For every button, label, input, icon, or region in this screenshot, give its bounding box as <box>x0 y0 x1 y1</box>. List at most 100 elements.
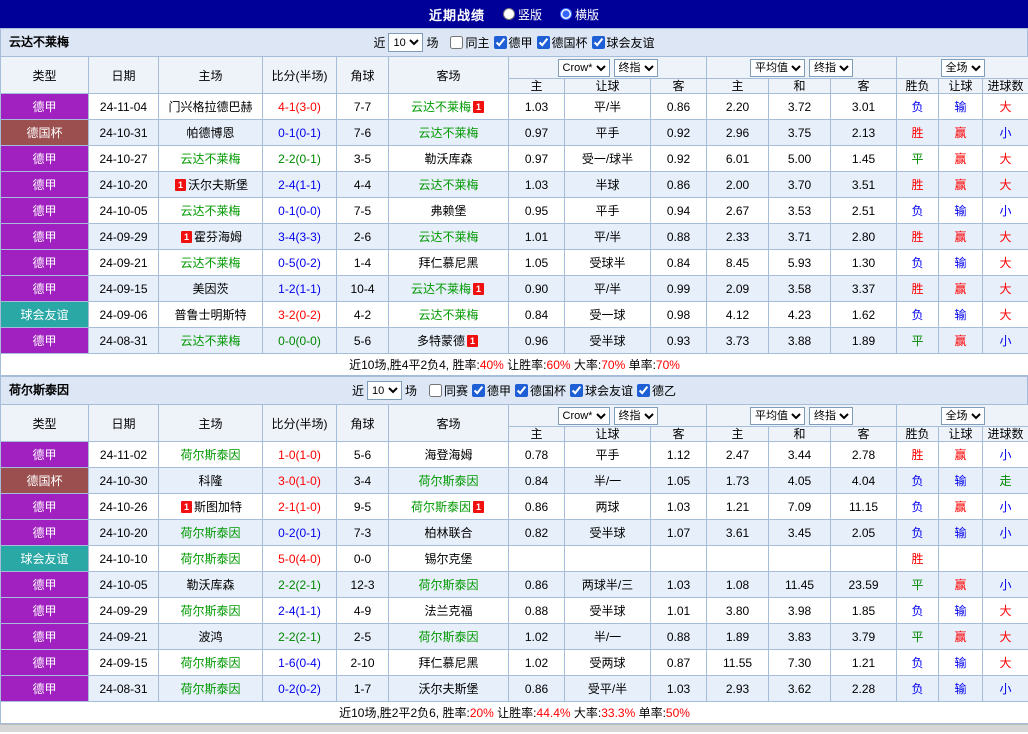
filter-checkbox-0-0[interactable]: 同主 <box>449 34 490 51</box>
sub-col-header: 主 <box>508 426 565 442</box>
filter-checkbox-label: 德乙 <box>652 384 677 398</box>
recent-count-select[interactable]: 10 <box>366 381 402 400</box>
filter-checkbox-input[interactable] <box>591 36 605 49</box>
filter-checkbox-input[interactable] <box>471 384 485 397</box>
filter-checkbox-input[interactable] <box>536 36 550 49</box>
horizontal-layout-radio[interactable] <box>560 8 572 20</box>
summary-text: 近10场,胜2平2负6, 胜率:20% 让胜率:44.4% 大率:33.3% 单… <box>0 701 1028 724</box>
home-team-cell: 荷尔斯泰因 <box>158 597 263 624</box>
filter-checkbox-1-2[interactable]: 德国杯 <box>514 382 566 399</box>
odds-handicap-cell: 半/一 <box>564 623 651 650</box>
score-cell: 0-1(0-1) <box>262 119 337 146</box>
match-row: 德甲 24-09-29 1 霍芬海姆 3-4(3-3) 2-6 云达不莱梅 1.01 平/半 0.… <box>0 223 1028 250</box>
date-cell: 24-09-21 <box>88 249 159 276</box>
summary-segment: 大率: <box>570 706 602 720</box>
odds-source-header: Crow* 终指 <box>507 56 708 79</box>
avg-away-cell: 2.28 <box>830 675 898 702</box>
odds-home-cell: 1.01 <box>508 223 565 250</box>
league-cell: 德甲 <box>0 571 89 598</box>
result-handicap-cell: 赢 <box>938 493 984 520</box>
red-card-badge: 1 <box>473 101 484 113</box>
sub-col-header: 客 <box>649 78 708 94</box>
layout-option-horizontal[interactable]: 横版 <box>560 6 599 23</box>
odds-home-cell <box>508 545 565 572</box>
filter-checkbox-input[interactable] <box>515 384 528 397</box>
result-handicap-cell: 输 <box>938 649 984 676</box>
date-cell: 24-10-26 <box>88 493 159 520</box>
odds-home-cell: 0.86 <box>508 675 565 702</box>
section-team-name: 荷尔斯泰因 <box>9 383 70 397</box>
result-handicap-cell: 输 <box>938 301 984 328</box>
date-cell: 24-09-21 <box>88 623 159 650</box>
avg-source-select-1[interactable]: 终指 <box>809 406 854 425</box>
odds-source-select-1[interactable]: 终指 <box>613 406 658 425</box>
corners-cell: 2-5 <box>336 623 389 650</box>
fulltime-header: 全场 <box>896 56 1028 79</box>
summary-segment: 大率: <box>570 358 602 372</box>
avg-home-cell: 1.73 <box>706 467 770 494</box>
result-wdl-cell: 负 <box>896 301 940 328</box>
result-handicap-cell: 输 <box>938 93 984 120</box>
score-cell: 5-0(4-0) <box>262 545 337 572</box>
corners-cell: 5-6 <box>336 327 389 354</box>
avg-home-cell: 1.89 <box>706 623 770 650</box>
filter-checkbox-input[interactable] <box>637 384 651 397</box>
avg-home-cell: 2.47 <box>706 441 770 468</box>
avg-away-cell: 2.05 <box>830 519 898 546</box>
home-team-cell: 荷尔斯泰因 <box>158 675 263 702</box>
away-team-cell: 荷尔斯泰因 <box>388 571 509 598</box>
filter-checkbox-1-4[interactable]: 德乙 <box>636 382 676 399</box>
layout-option-vertical[interactable]: 竖版 <box>502 6 542 23</box>
corners-cell: 10-4 <box>336 275 389 302</box>
fulltime-select-0[interactable]: 全场 <box>940 406 985 425</box>
filter-checkbox-1-1[interactable]: 德甲 <box>471 382 511 399</box>
filter-checkbox-0-2[interactable]: 德国杯 <box>536 34 588 51</box>
filter-checkbox-input[interactable] <box>450 36 464 49</box>
filter-checkbox-label: 同赛 <box>443 384 468 398</box>
filter-checkbox-input[interactable] <box>570 384 584 397</box>
date-cell: 24-09-15 <box>88 275 159 302</box>
summary-segment: 近10场,胜4平2负4, 胜率: <box>349 358 480 372</box>
odds-handicap-cell: 平手 <box>564 119 651 146</box>
match-row: 德国杯 24-10-30 科隆 3-0(1-0) 3-4 荷尔斯泰因 0.84 半/一 1.05… <box>0 467 1028 494</box>
odds-away-cell: 1.07 <box>649 519 708 546</box>
avg-source-select-0[interactable]: 平均值 <box>750 58 806 77</box>
red-card-badge: 1 <box>180 231 192 243</box>
odds-handicap-cell: 平/半 <box>564 223 651 250</box>
result-handicap-cell: 输 <box>938 467 984 494</box>
filter-checkbox-0-3[interactable]: 球会友谊 <box>591 34 655 51</box>
score-cell: 0-0(0-0) <box>262 327 337 354</box>
away-team-cell: 柏林联合 <box>388 519 509 546</box>
team-name: 法兰克福 <box>424 604 473 618</box>
vertical-layout-radio[interactable] <box>502 8 515 20</box>
league-cell: 德甲 <box>0 249 89 276</box>
odds-source-select-0[interactable]: Crow* <box>557 58 610 77</box>
away-team-cell: 荷尔斯泰因 <box>388 467 509 494</box>
recent-count-select[interactable]: 10 <box>388 33 424 52</box>
avg-source-select-1[interactable]: 终指 <box>809 58 854 77</box>
avg-away-cell: 1.30 <box>830 249 898 276</box>
away-team-cell: 云达不莱梅 1 <box>388 275 509 302</box>
summary-segment: 60% <box>546 358 571 372</box>
score-cell: 0-2(0-1) <box>262 519 337 546</box>
filter-checkbox-1-3[interactable]: 球会友谊 <box>569 382 633 399</box>
odds-source-select-0[interactable]: Crow* <box>557 406 610 425</box>
result-goals-cell <box>982 545 1028 572</box>
filter-checkbox-input[interactable] <box>493 36 507 49</box>
page-title: 近期战绩 <box>428 7 485 23</box>
avg-source-select-0[interactable]: 平均值 <box>750 406 806 425</box>
match-row: 德甲 24-09-21 波鸿 2-2(2-1) 2-5 荷尔斯泰因 1.02 半/一 0.88 1… <box>0 623 1028 650</box>
league-cell: 德国杯 <box>0 119 89 146</box>
col-header: 类型 <box>0 56 89 94</box>
score-cell: 2-2(2-1) <box>262 571 337 598</box>
filter-checkbox-0-1[interactable]: 德甲 <box>493 34 533 51</box>
filter-checkbox-input[interactable] <box>428 384 442 397</box>
filter-checkbox-1-0[interactable]: 同赛 <box>428 382 468 399</box>
avg-home-cell: 2.09 <box>706 275 770 302</box>
odds-source-select-1[interactable]: 终指 <box>613 58 658 77</box>
fulltime-select-0[interactable]: 全场 <box>940 58 985 77</box>
away-team-cell: 云达不莱梅 <box>388 223 509 250</box>
result-wdl-cell: 胜 <box>896 275 940 302</box>
corners-cell: 1-4 <box>336 249 389 276</box>
result-goals-cell: 小 <box>982 327 1028 354</box>
